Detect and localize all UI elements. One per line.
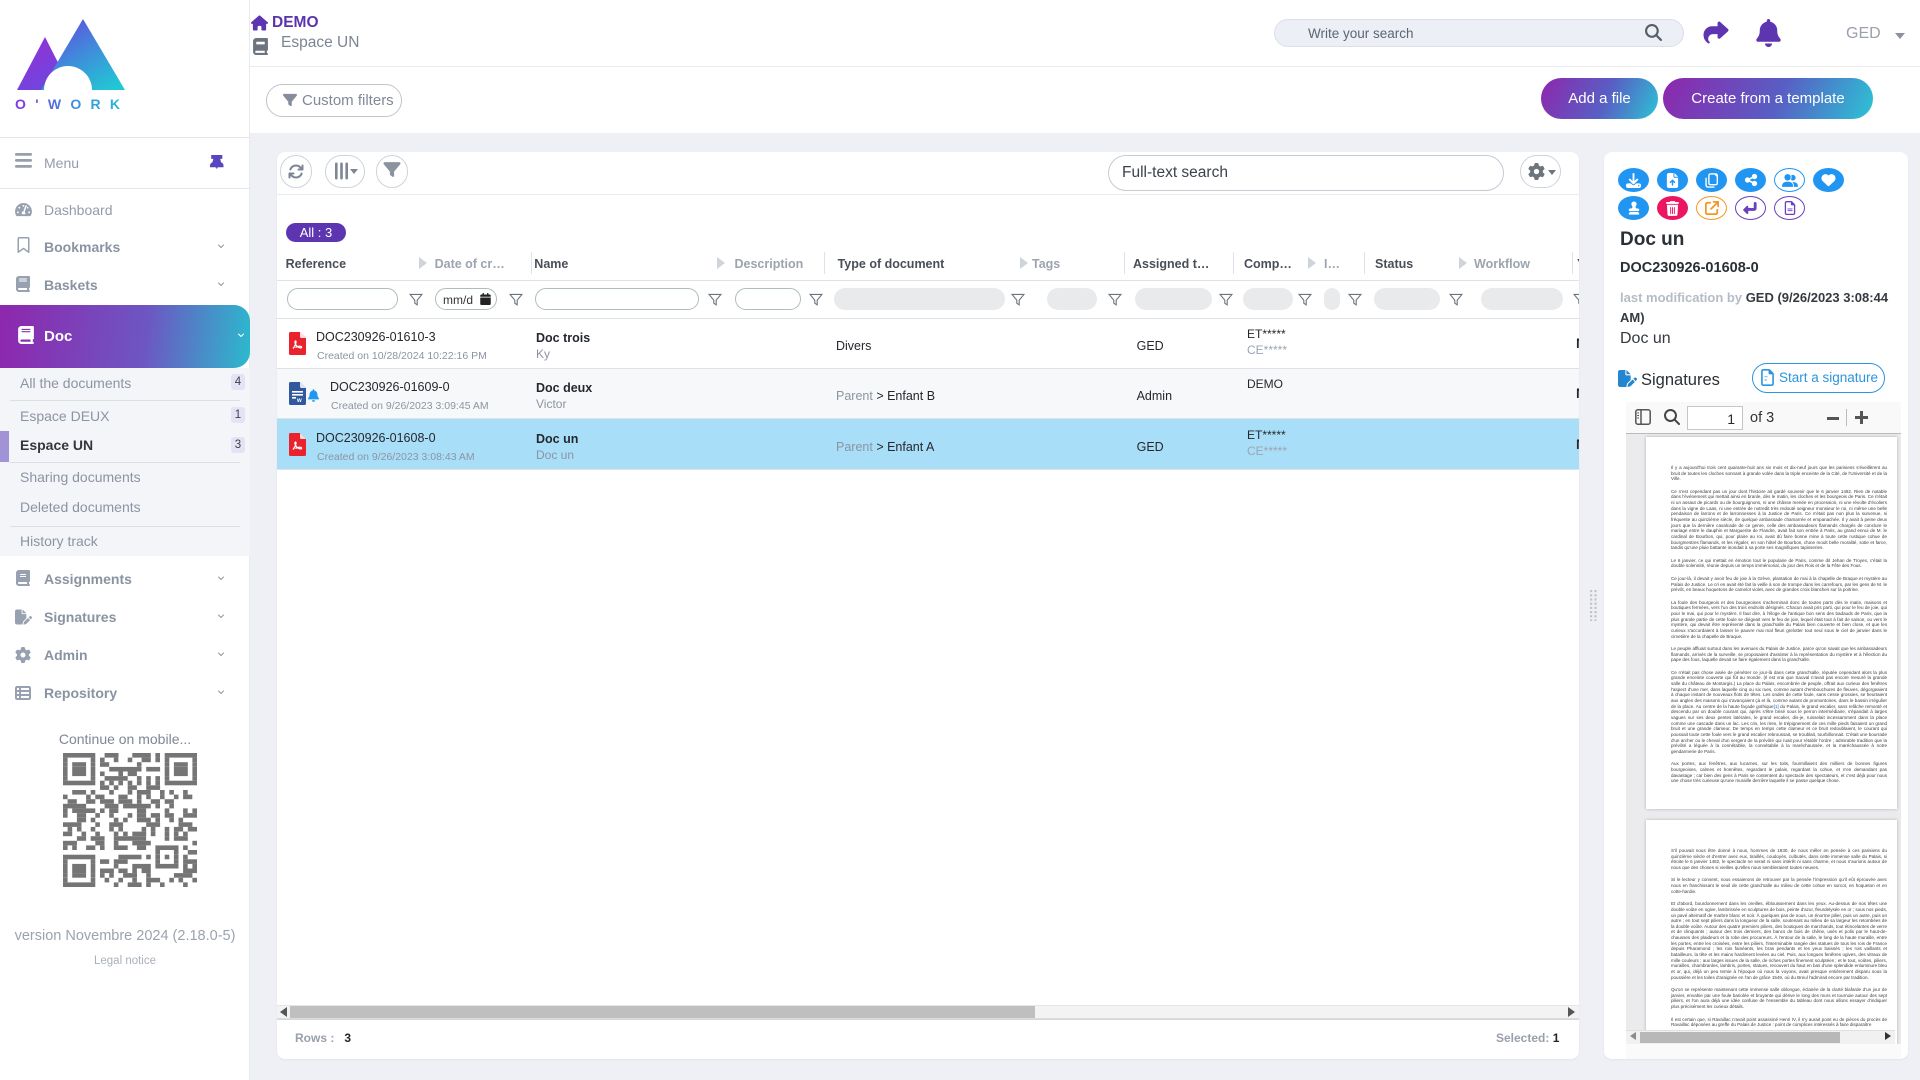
svg-text:O'WORK: O'WORK bbox=[15, 96, 127, 112]
svg-text:w: w bbox=[296, 398, 302, 404]
